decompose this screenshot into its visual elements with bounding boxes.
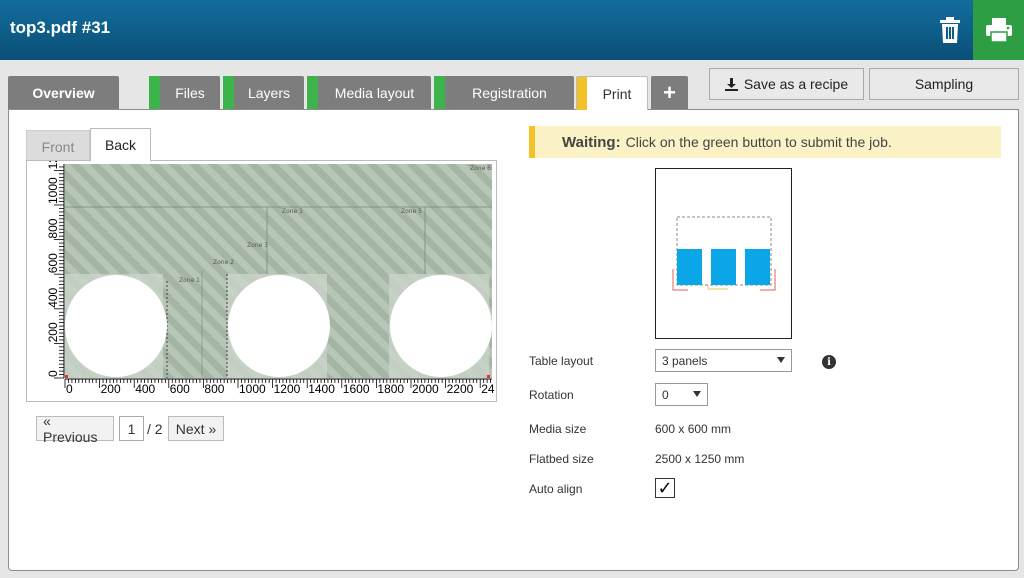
auto-align-checkbox[interactable]: ✓ xyxy=(655,478,675,498)
sampling-button[interactable]: Sampling xyxy=(869,68,1019,100)
x-tick-label: 1600 xyxy=(343,382,370,396)
x-tick-label: 2200 xyxy=(447,382,474,396)
tab-status-indicator xyxy=(223,76,234,109)
page-total: / 2 xyxy=(147,420,163,437)
add-tab-button[interactable]: + xyxy=(651,76,688,109)
checkmark-icon: ✓ xyxy=(657,477,673,498)
panel-1 xyxy=(677,249,702,285)
tab-layers-label: Layers xyxy=(247,84,291,101)
y-tick-label: 600 xyxy=(46,253,60,273)
tab-print[interactable]: Print xyxy=(576,76,648,110)
tab-registration[interactable]: Registration xyxy=(434,76,574,109)
chevron-down-icon xyxy=(693,391,701,397)
x-tick-label: 1400 xyxy=(308,382,335,396)
table-layout-value: 3 panels xyxy=(662,353,708,368)
auto-align-label: Auto align xyxy=(529,482,583,496)
tab-status-indicator xyxy=(149,76,160,109)
tab-files[interactable]: Files xyxy=(149,76,220,109)
tab-back[interactable]: Back xyxy=(90,128,151,161)
previous-page-button[interactable]: « Previous xyxy=(36,413,114,445)
rotation-value: 0 xyxy=(662,387,669,402)
tab-status-indicator xyxy=(307,76,318,109)
rotation-select[interactable]: 0 xyxy=(655,383,708,406)
x-tick-label: 600 xyxy=(170,382,190,396)
page-number-input[interactable]: 1 xyxy=(119,416,144,441)
x-tick-label: 200 xyxy=(101,382,121,396)
status-banner: Waiting: Click on the green button to su… xyxy=(529,126,1001,158)
tab-status-indicator xyxy=(434,76,445,109)
zone-label: Zone 3 xyxy=(247,242,268,249)
media-size-label: Media size xyxy=(529,422,587,436)
next-label: Next » xyxy=(175,420,217,437)
y-tick-label: 800 xyxy=(46,218,60,238)
x-tick-label: 24 xyxy=(481,382,495,396)
y-tick-label: 1200 xyxy=(46,161,60,169)
zone-label: Zone 6 xyxy=(470,165,491,172)
previous-label: « Previous xyxy=(43,412,98,445)
x-tick-label: 1000 xyxy=(239,382,266,396)
chevron-down-icon xyxy=(777,357,785,363)
info-icon[interactable]: i xyxy=(822,355,836,369)
x-tick-label: 800 xyxy=(204,382,224,396)
page-number-value: 1 xyxy=(127,420,136,437)
flatbed-preview[interactable]: Zone 6 Zone 1 Zone 5 Zone 3 Zone 2 Zone … xyxy=(26,142,497,402)
media-circle xyxy=(390,275,492,377)
table-layout-preview xyxy=(655,168,792,339)
x-tick-label: 1800 xyxy=(377,382,404,396)
y-tick-label: 0 xyxy=(46,370,60,377)
tab-media-layout-label: Media layout xyxy=(334,84,415,101)
table-layout-diagram xyxy=(672,216,776,291)
next-page-button[interactable]: Next » xyxy=(168,416,224,441)
table-layout-select[interactable]: 3 panels xyxy=(655,349,792,372)
x-tick-label: 400 xyxy=(135,382,155,396)
table-layout-label: Table layout xyxy=(529,354,594,368)
download-icon xyxy=(724,77,738,91)
app-header: top3.pdf #31 xyxy=(0,0,1024,60)
save-recipe-label: Save as a recipe xyxy=(743,76,849,92)
sampling-label: Sampling xyxy=(914,76,974,92)
x-tick-label: 1200 xyxy=(274,382,301,396)
panel-2 xyxy=(711,249,736,285)
y-tick-label: 1000 xyxy=(46,177,60,204)
tab-overview-label: Overview xyxy=(32,84,95,101)
tab-registration-label: Registration xyxy=(472,84,547,101)
flatbed-size-value: 2500 x 1250 mm xyxy=(655,452,745,466)
y-tick-label: 200 xyxy=(46,322,60,342)
page-title: top3.pdf #31 xyxy=(10,18,111,37)
y-tick-label: 400 xyxy=(46,287,60,307)
tab-layers[interactable]: Layers xyxy=(223,76,304,109)
zone-label: Zone 1 xyxy=(179,277,200,284)
plus-icon: + xyxy=(663,79,676,105)
tab-back-label: Back xyxy=(104,137,137,153)
status-label: Waiting: xyxy=(562,133,621,151)
flatbed-size-label: Flatbed size xyxy=(529,452,594,466)
zone-label: Zone 1 xyxy=(282,208,303,215)
tab-media-layout[interactable]: Media layout xyxy=(307,76,431,109)
x-tick-label: 0 xyxy=(66,382,73,396)
rotation-label: Rotation xyxy=(529,388,574,402)
delete-button[interactable] xyxy=(927,0,973,60)
media-size-value: 600 x 600 mm xyxy=(655,422,732,436)
tab-front[interactable]: Front xyxy=(26,130,90,162)
printer-icon xyxy=(985,18,1012,42)
zone-label: Zone 5 xyxy=(401,208,422,215)
tab-files-label: Files xyxy=(175,84,205,101)
media-circle xyxy=(65,275,167,377)
save-recipe-button[interactable]: Save as a recipe xyxy=(709,68,864,100)
tab-print-label: Print xyxy=(602,85,632,102)
x-tick-label: 2000 xyxy=(412,382,439,396)
media-circle xyxy=(228,275,330,377)
tab-front-label: Front xyxy=(41,138,75,155)
status-message: Click on the green button to submit the … xyxy=(625,134,892,150)
print-button[interactable] xyxy=(973,0,1024,60)
flatbed-canvas: Zone 6 Zone 1 Zone 5 Zone 3 Zone 2 Zone … xyxy=(27,142,496,401)
zone-label: Zone 2 xyxy=(213,259,234,266)
trash-icon xyxy=(940,17,960,43)
panel-3 xyxy=(745,249,770,285)
tab-status-indicator xyxy=(577,77,587,110)
tab-overview[interactable]: Overview xyxy=(8,76,119,109)
